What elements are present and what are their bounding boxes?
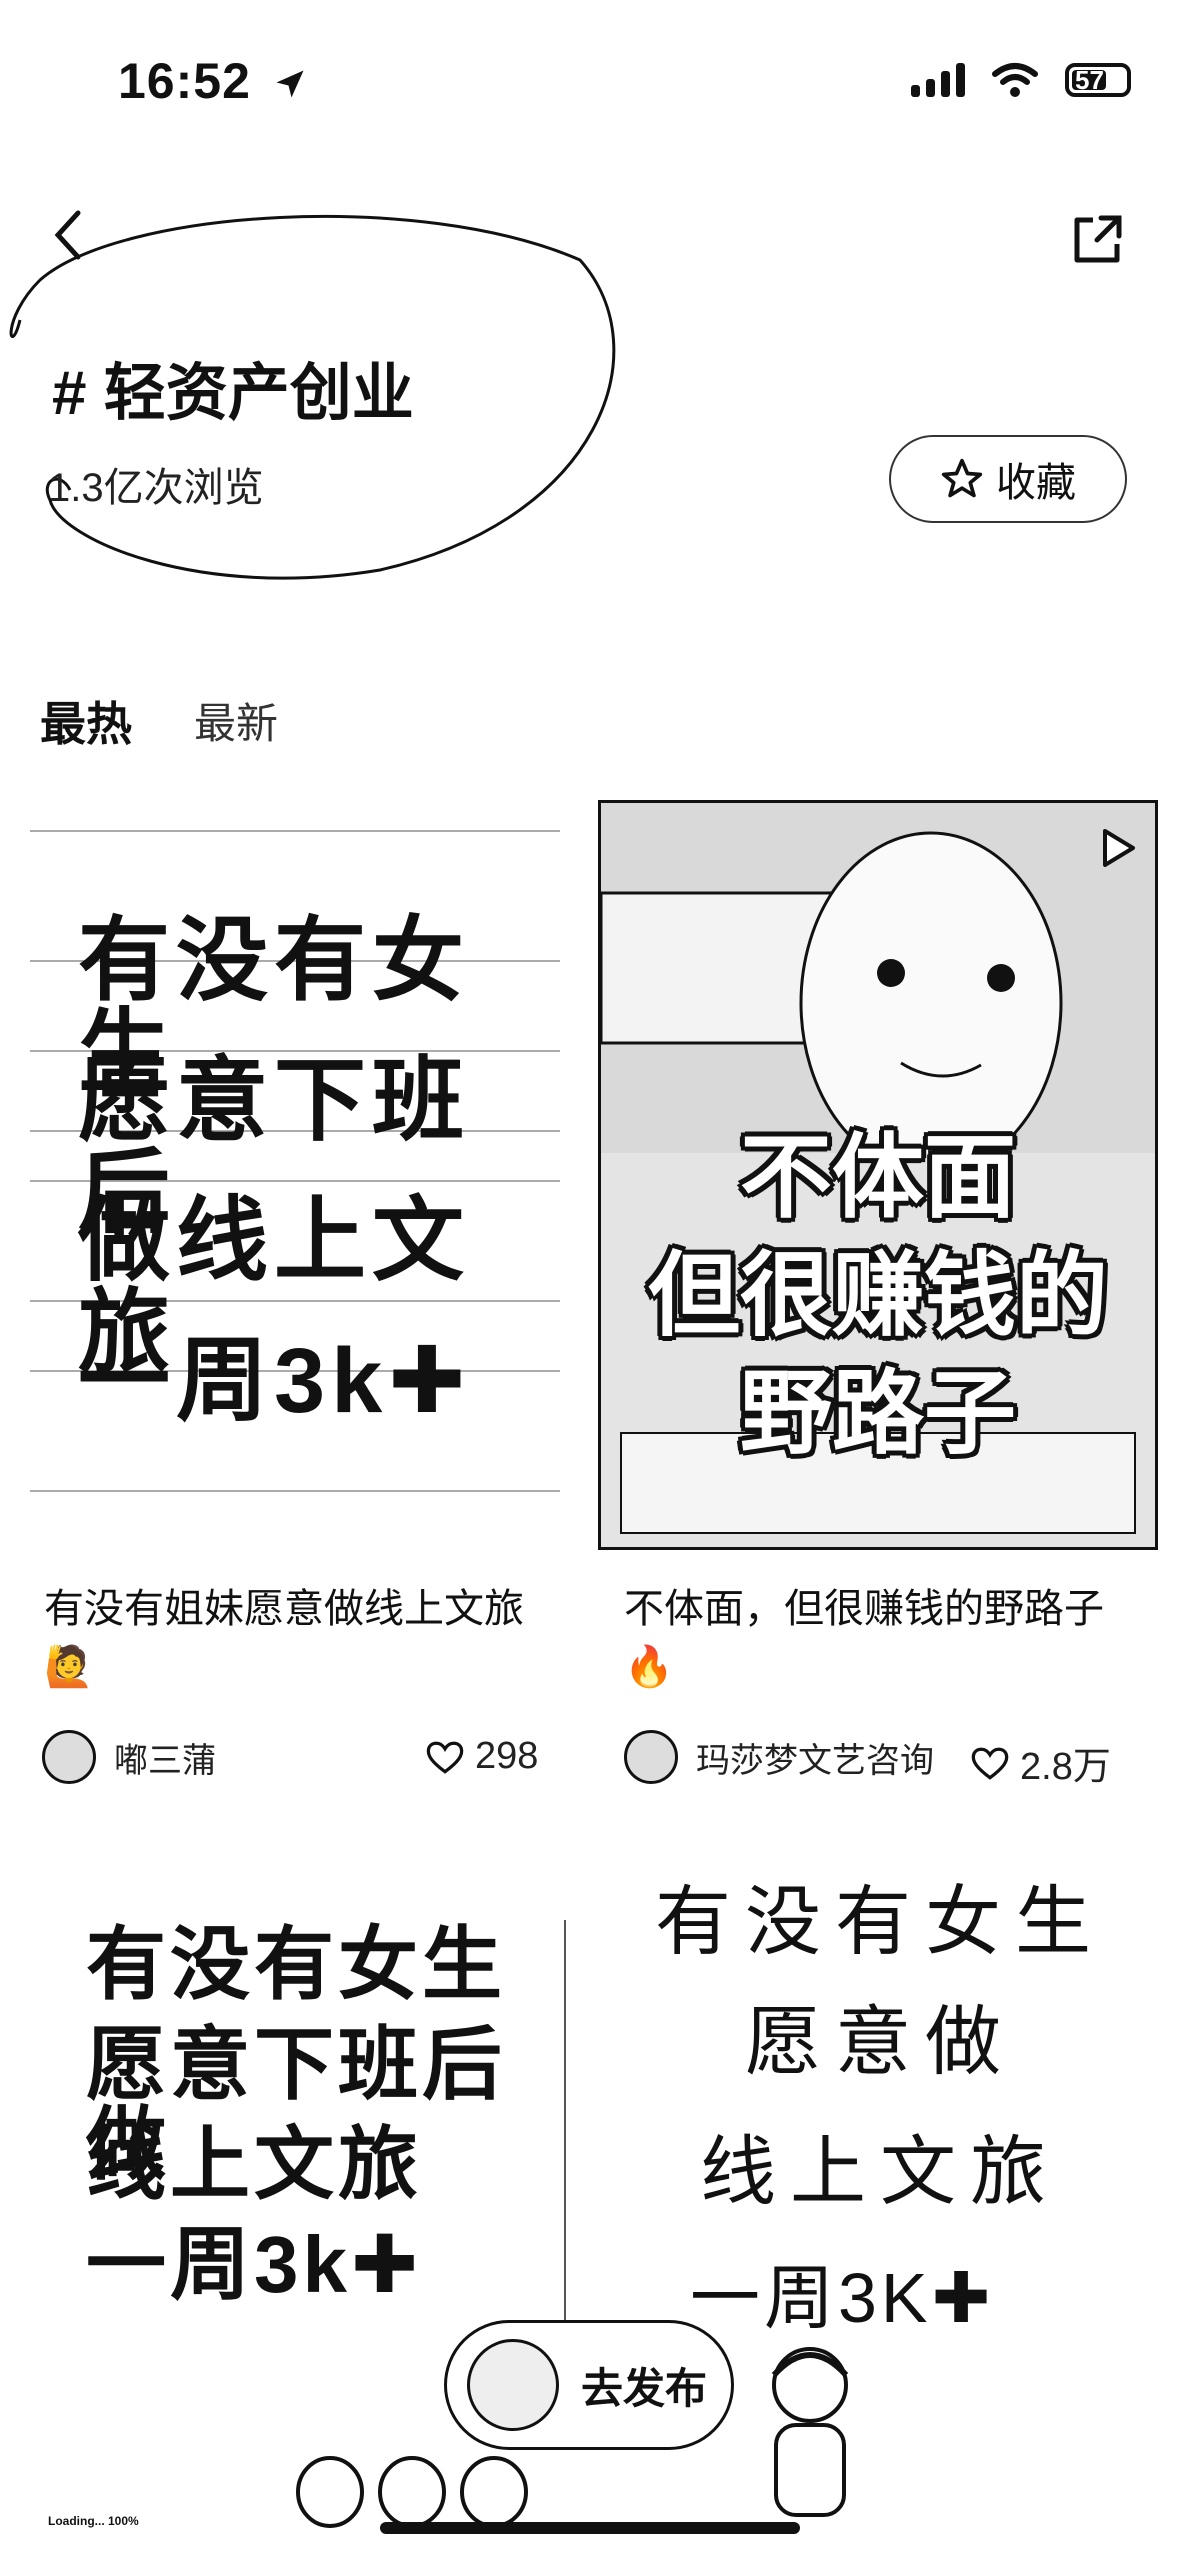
favorite-button[interactable]: 收藏 [889, 435, 1127, 523]
heart-icon [426, 1741, 464, 1774]
cover-line: 一周3k✚ [78, 1330, 472, 1432]
battery-icon: 57 [1065, 63, 1131, 97]
publish-label: 去发布 [581, 2364, 708, 2412]
cover-line: 一周3k✚ [86, 2220, 423, 2309]
author-name: 玛莎梦文艺咨询 [696, 1741, 934, 1780]
cover-line: 愿意做 [745, 2000, 1015, 2085]
cover-line: 有没有女生 [86, 1920, 506, 2009]
avatar [42, 1730, 96, 1784]
cover-line: 不体面 [739, 1127, 1016, 1229]
publish-button[interactable]: 去发布 [444, 2320, 734, 2450]
cover-line: 有没有女生 [655, 1880, 1105, 1965]
home-indicator[interactable] [380, 2522, 800, 2534]
heart-icon [971, 1747, 1009, 1780]
post-cover[interactable]: 有没有女生 愿意做 线上文旅 一周3K✚ [600, 1855, 1160, 2555]
post-caption[interactable]: 有没有姐妹愿意做线上文旅🙋 [44, 1580, 544, 1696]
mascot-illustration [296, 2456, 528, 2528]
status-time: 16:52 [118, 53, 251, 109]
like-count: 2.8万 [1020, 1746, 1111, 1788]
post-cover[interactable]: 不体面 但很赚钱的 野路子 [598, 800, 1158, 1550]
battery-level: 57 [1075, 65, 1104, 95]
like-button[interactable]: 2.8万 [970, 1735, 1111, 1790]
share-icon[interactable] [1067, 210, 1127, 270]
topic-title: # 轻资产创业 [52, 359, 414, 428]
cover-line: 野路子 [739, 1363, 1016, 1465]
avatar [467, 2339, 559, 2431]
cover-line: 线上文旅 [700, 2130, 1060, 2215]
play-icon [1103, 829, 1135, 867]
loading-text: Loading... 100% [48, 2514, 139, 2528]
like-count: 298 [475, 1735, 539, 1777]
cover-line: 但很赚钱的 [647, 1245, 1108, 1347]
location-arrow-icon [276, 70, 304, 98]
cover-line: 线上文旅 [86, 2120, 422, 2209]
cover-line: 一周3K✚ [690, 2259, 995, 2337]
wifi-icon [992, 63, 1038, 97]
post-caption[interactable]: 不体面，但很赚钱的野路子🔥 [624, 1580, 1134, 1696]
post-cover[interactable]: 有没有女生 愿意下班后 做线上文旅 一周3k✚ [30, 800, 560, 1500]
star-icon [941, 458, 983, 498]
like-button[interactable]: 298 [425, 1735, 538, 1778]
back-icon[interactable] [40, 205, 100, 265]
view-count: 1.3亿次浏览 [48, 466, 264, 510]
avatar [624, 1730, 678, 1784]
tab-new[interactable]: 最新 [194, 690, 278, 751]
post-author[interactable]: 嘟三蒲 [42, 1730, 216, 1784]
post-author[interactable]: 玛莎梦文艺咨询 [624, 1730, 934, 1784]
status-icons: 57 [911, 62, 1131, 98]
favorite-label: 收藏 [996, 461, 1076, 505]
signal-icon [911, 63, 965, 97]
author-name: 嘟三蒲 [114, 1741, 216, 1780]
tab-hot[interactable]: 最热 [40, 688, 132, 754]
